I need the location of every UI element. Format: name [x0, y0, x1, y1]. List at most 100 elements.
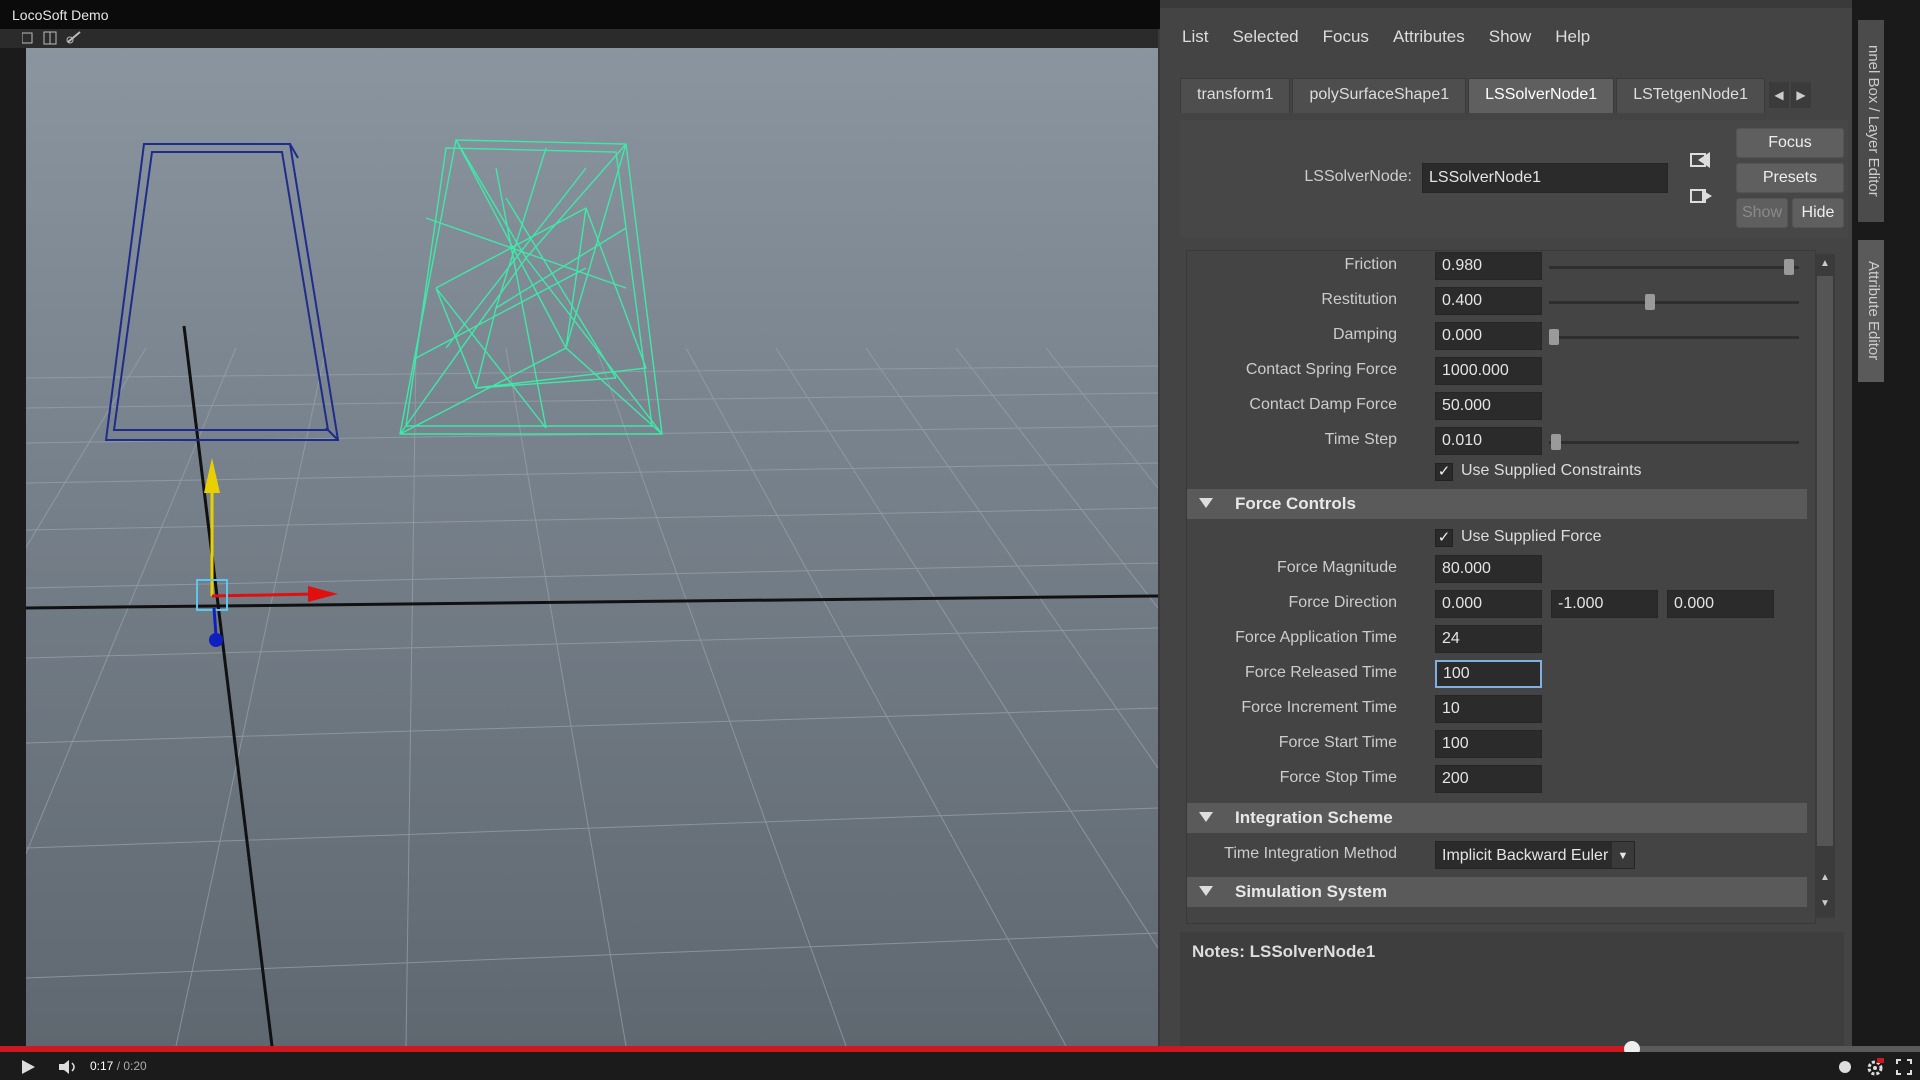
- use-force-checkbox[interactable]: ✓: [1435, 529, 1453, 547]
- show-button[interactable]: Show: [1736, 198, 1788, 228]
- use-force-label: Use Supplied Force: [1461, 528, 1602, 545]
- force-direction-x-field[interactable]: [1435, 590, 1542, 618]
- friction-field[interactable]: [1435, 252, 1542, 280]
- collapse-triangle-icon[interactable]: [1199, 812, 1213, 822]
- time-step-slider[interactable]: [1549, 434, 1799, 450]
- chevron-down-icon[interactable]: ▼: [1612, 842, 1634, 868]
- friction-slider[interactable]: [1549, 259, 1799, 275]
- force-start-time-label: Force Start Time: [1278, 734, 1397, 751]
- menu-focus[interactable]: Focus: [1311, 22, 1381, 50]
- section-simulation-system[interactable]: Simulation System: [1187, 877, 1807, 907]
- use-constraints-checkbox[interactable]: ✓: [1435, 463, 1453, 481]
- time-integration-method-select[interactable]: Implicit Backward Euler ▼: [1435, 841, 1635, 869]
- attr-row-contact-spring: Contact Spring Force: [1187, 356, 1787, 386]
- attr-row-contact-damp: Contact Damp Force: [1187, 391, 1787, 421]
- menu-show[interactable]: Show: [1477, 22, 1544, 50]
- channel-box-layer-editor-tab[interactable]: nnel Box / Layer Editor: [1858, 20, 1884, 222]
- attr-row-force-increment-time: Force Increment Time: [1187, 694, 1787, 724]
- force-application-time-field[interactable]: [1435, 625, 1542, 653]
- tab-scroll-left-icon[interactable]: ◀: [1768, 82, 1789, 108]
- collapse-triangle-icon[interactable]: [1199, 498, 1213, 508]
- attr-row-force-application-time: Force Application Time: [1187, 624, 1787, 654]
- tab-lstetgennode1[interactable]: LSTetgenNode1: [1616, 78, 1765, 113]
- play-icon[interactable]: [20, 1059, 36, 1075]
- hide-button[interactable]: Hide: [1792, 198, 1844, 228]
- load-attributes-icon[interactable]: [1690, 150, 1712, 170]
- menu-list[interactable]: List: [1170, 22, 1220, 50]
- force-increment-time-label: Force Increment Time: [1241, 699, 1397, 716]
- tab-transform1[interactable]: transform1: [1180, 78, 1291, 113]
- damping-label: Damping: [1332, 326, 1397, 343]
- section-force-controls[interactable]: Force Controls: [1187, 489, 1807, 519]
- simulation-system-title: Simulation System: [1235, 882, 1388, 901]
- time-integration-method-value: Implicit Backward Euler: [1442, 847, 1609, 864]
- friction-label: Friction: [1344, 256, 1397, 273]
- damping-slider-thumb[interactable]: [1549, 329, 1559, 345]
- section-integration-scheme[interactable]: Integration Scheme: [1187, 803, 1807, 833]
- current-time: 0:17: [90, 1059, 114, 1073]
- restitution-label: Restitution: [1321, 291, 1397, 308]
- 3d-viewport[interactable]: [26, 48, 1158, 1046]
- restitution-slider[interactable]: [1549, 294, 1799, 310]
- force-direction-z-field[interactable]: [1667, 590, 1774, 618]
- force-released-time-label: Force Released Time: [1244, 664, 1397, 681]
- presets-button[interactable]: Presets: [1736, 163, 1844, 193]
- tab-polysurfaceshape1[interactable]: polySurfaceShape1: [1292, 78, 1467, 113]
- force-start-time-field[interactable]: [1435, 730, 1542, 758]
- green-tet-mesh: [399, 139, 663, 435]
- scroll-up-small-icon[interactable]: ▲: [1817, 872, 1833, 888]
- force-direction-label: Force Direction: [1288, 594, 1397, 611]
- damping-slider[interactable]: [1549, 329, 1799, 345]
- scroll-down-icon[interactable]: ▼: [1817, 898, 1833, 914]
- restitution-slider-thumb[interactable]: [1645, 294, 1655, 310]
- attr-row-time-integration-method: Time Integration Method Implicit Backwar…: [1187, 840, 1787, 870]
- contact-spring-field[interactable]: [1435, 357, 1542, 385]
- time-integration-method-label: Time Integration Method: [1224, 845, 1397, 862]
- collapse-triangle-icon[interactable]: [1199, 886, 1213, 896]
- fullscreen-icon[interactable]: [1896, 1059, 1912, 1075]
- attr-row-force-released-time: Force Released Time: [1187, 659, 1787, 689]
- contact-damp-field[interactable]: [1435, 392, 1542, 420]
- viewport-toolbar: [0, 29, 1158, 48]
- force-increment-time-field[interactable]: [1435, 695, 1542, 723]
- force-released-time-field[interactable]: [1435, 660, 1542, 688]
- tab-lssolvernode1[interactable]: LSSolverNode1: [1468, 78, 1615, 113]
- force-magnitude-field[interactable]: [1435, 555, 1542, 583]
- attribute-scrollbar-thumb[interactable]: [1817, 276, 1833, 846]
- copy-tab-icon[interactable]: [1690, 186, 1712, 206]
- video-title: LocoSoft Demo: [12, 7, 109, 23]
- attr-row-force-direction: Force Direction: [1187, 589, 1787, 619]
- time-step-slider-thumb[interactable]: [1551, 434, 1562, 450]
- notes-label: Notes: LSSolverNode1: [1192, 942, 1376, 961]
- z-axis-line: [182, 325, 274, 1046]
- restitution-field[interactable]: [1435, 287, 1542, 315]
- menu-selected[interactable]: Selected: [1220, 22, 1310, 50]
- x-axis-line: [26, 594, 1158, 610]
- node-tabs: transform1 polySurfaceShape1 LSSolverNod…: [1180, 78, 1811, 113]
- attr-row-restitution: Restitution: [1187, 286, 1799, 316]
- scroll-up-icon[interactable]: ▲: [1817, 258, 1833, 274]
- video-controls-bar: [0, 1052, 1920, 1080]
- use-constraints-label: Use Supplied Constraints: [1461, 462, 1642, 479]
- menu-attributes[interactable]: Attributes: [1381, 22, 1477, 50]
- volume-icon[interactable]: [58, 1059, 78, 1075]
- annotations-icon[interactable]: [1838, 1060, 1852, 1074]
- attr-row-damping: Damping: [1187, 321, 1799, 351]
- force-stop-time-field[interactable]: [1435, 765, 1542, 793]
- viewport-toolbar-icons[interactable]: [22, 30, 92, 46]
- attr-row-friction: Friction: [1187, 251, 1799, 281]
- menu-help[interactable]: Help: [1543, 22, 1602, 50]
- focus-button[interactable]: Focus: [1736, 128, 1844, 158]
- integration-scheme-title: Integration Scheme: [1235, 808, 1393, 827]
- attribute-list: Friction Restitution Damping Contact Spr…: [1186, 250, 1816, 924]
- attribute-editor-tab[interactable]: Attribute Editor: [1858, 240, 1884, 382]
- friction-slider-thumb[interactable]: [1784, 259, 1795, 275]
- viewport-scene: [26, 139, 1158, 1046]
- settings-gear-icon[interactable]: [1866, 1058, 1884, 1076]
- node-name-field[interactable]: [1422, 163, 1668, 193]
- force-direction-y-field[interactable]: [1551, 590, 1658, 618]
- viewport-left-margin: [0, 48, 26, 1046]
- time-step-field[interactable]: [1435, 427, 1542, 455]
- damping-field[interactable]: [1435, 322, 1542, 350]
- tab-scroll-right-icon[interactable]: ▶: [1790, 82, 1811, 108]
